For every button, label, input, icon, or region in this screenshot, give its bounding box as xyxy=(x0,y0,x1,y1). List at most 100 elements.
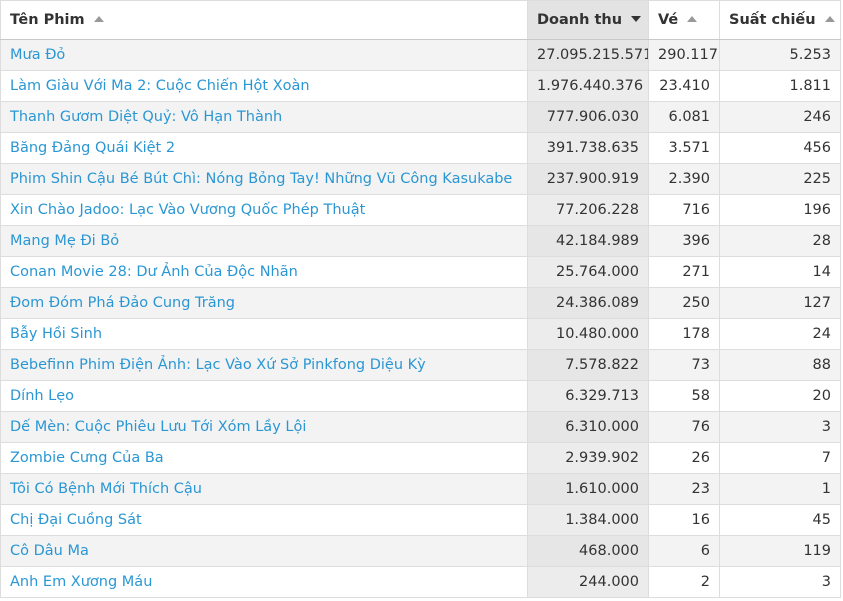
column-header-label: Doanh thu xyxy=(537,12,623,28)
table-row: Thanh Gươm Diệt Quỷ: Vô Hạn Thành 777.906… xyxy=(0,101,841,133)
movie-title-link[interactable]: Mưa Đỏ xyxy=(10,47,65,63)
column-header-label: Vé xyxy=(658,12,679,28)
cell-title: Đom Đóm Phá Đảo Cung Trăng xyxy=(0,287,528,319)
cell-revenue: 24.386.089 xyxy=(527,287,649,319)
cell-tickets: 6.081 xyxy=(648,101,720,133)
cell-screenings: 127 xyxy=(719,287,841,319)
cell-screenings: 14 xyxy=(719,256,841,288)
movie-title-link[interactable]: Tôi Có Bệnh Mới Thích Cậu xyxy=(10,481,202,497)
table-body: Mưa Đỏ 27.095.215.571 290.117 5.253 Làm Giàu… xyxy=(0,39,841,598)
cell-screenings: 225 xyxy=(719,163,841,195)
table-row: Dính Lẹo 6.329.713 58 20 xyxy=(0,380,841,412)
cell-title: Chị Đại Cuồng Sát xyxy=(0,504,528,536)
cell-screenings: 88 xyxy=(719,349,841,381)
cell-title: Conan Movie 28: Dư Ảnh Của Độc Nhãn xyxy=(0,256,528,288)
sort-asc-icon xyxy=(687,16,698,22)
cell-screenings: 45 xyxy=(719,504,841,536)
table-row: Xin Chào Jadoo: Lạc Vào Vương Quốc Phép … xyxy=(0,194,841,226)
column-header-tickets[interactable]: Vé xyxy=(648,0,720,40)
movie-title-link[interactable]: Zombie Cưng Của Ba xyxy=(10,450,164,466)
cell-tickets: 2.390 xyxy=(648,163,720,195)
cell-tickets: 76 xyxy=(648,411,720,443)
cell-revenue: 10.480.000 xyxy=(527,318,649,350)
table-row: Mang Mẹ Đi Bỏ 42.184.989 396 28 xyxy=(0,225,841,257)
cell-screenings: 1 xyxy=(719,473,841,505)
cell-title: Cô Dâu Ma xyxy=(0,535,528,567)
cell-screenings: 7 xyxy=(719,442,841,474)
movie-title-link[interactable]: Thanh Gươm Diệt Quỷ: Vô Hạn Thành xyxy=(10,109,282,125)
cell-revenue: 77.206.228 xyxy=(527,194,649,226)
cell-tickets: 178 xyxy=(648,318,720,350)
cell-tickets: 58 xyxy=(648,380,720,412)
movie-title-link[interactable]: Bẫy Hồi Sinh xyxy=(10,326,102,342)
movie-title-link[interactable]: Anh Em Xương Máu xyxy=(10,574,152,590)
cell-revenue: 468.000 xyxy=(527,535,649,567)
movie-title-link[interactable]: Băng Đảng Quái Kiệt 2 xyxy=(10,140,175,156)
cell-revenue: 7.578.822 xyxy=(527,349,649,381)
cell-title: Zombie Cưng Của Ba xyxy=(0,442,528,474)
column-header-title[interactable]: Tên Phim xyxy=(0,0,528,40)
movie-title-link[interactable]: Bebefinn Phim Điện Ảnh: Lạc Vào Xứ Sở Pi… xyxy=(10,357,426,373)
cell-title: Băng Đảng Quái Kiệt 2 xyxy=(0,132,528,164)
cell-screenings: 5.253 xyxy=(719,39,841,71)
cell-revenue: 1.384.000 xyxy=(527,504,649,536)
cell-tickets: 16 xyxy=(648,504,720,536)
table-header-row: Tên Phim Doanh thu Vé Suất chiếu xyxy=(0,0,841,40)
cell-tickets: 23 xyxy=(648,473,720,505)
table-row: Mưa Đỏ 27.095.215.571 290.117 5.253 xyxy=(0,39,841,71)
table-row: Zombie Cưng Của Ba 2.939.902 26 7 xyxy=(0,442,841,474)
cell-revenue: 237.900.919 xyxy=(527,163,649,195)
column-header-screenings[interactable]: Suất chiếu xyxy=(719,0,841,40)
cell-title: Mang Mẹ Đi Bỏ xyxy=(0,225,528,257)
movie-title-link[interactable]: Dính Lẹo xyxy=(10,388,74,404)
cell-revenue: 1.976.440.376 xyxy=(527,70,649,102)
movie-title-link[interactable]: Cô Dâu Ma xyxy=(10,543,89,559)
table-row: Bẫy Hồi Sinh 10.480.000 178 24 xyxy=(0,318,841,350)
cell-tickets: 271 xyxy=(648,256,720,288)
table-row: Anh Em Xương Máu 244.000 2 3 xyxy=(0,566,841,598)
movie-title-link[interactable]: Conan Movie 28: Dư Ảnh Của Độc Nhãn xyxy=(10,264,298,280)
movie-title-link[interactable]: Dế Mèn: Cuộc Phiêu Lưu Tới Xóm Lầy Lội xyxy=(10,419,306,435)
movie-title-link[interactable]: Làm Giàu Với Ma 2: Cuộc Chiến Hột Xoàn xyxy=(10,78,310,94)
column-header-label: Tên Phim xyxy=(10,12,85,28)
movie-title-link[interactable]: Xin Chào Jadoo: Lạc Vào Vương Quốc Phép … xyxy=(10,202,365,218)
cell-screenings: 1.811 xyxy=(719,70,841,102)
cell-revenue: 42.184.989 xyxy=(527,225,649,257)
cell-revenue: 2.939.902 xyxy=(527,442,649,474)
table-row: Conan Movie 28: Dư Ảnh Của Độc Nhãn 25.76… xyxy=(0,256,841,288)
cell-title: Thanh Gươm Diệt Quỷ: Vô Hạn Thành xyxy=(0,101,528,133)
cell-title: Phim Shin Cậu Bé Bút Chì: Nóng Bỏng Tay!… xyxy=(0,163,528,195)
cell-tickets: 26 xyxy=(648,442,720,474)
movie-title-link[interactable]: Mang Mẹ Đi Bỏ xyxy=(10,233,119,249)
cell-screenings: 3 xyxy=(719,411,841,443)
cell-title: Dính Lẹo xyxy=(0,380,528,412)
cell-screenings: 456 xyxy=(719,132,841,164)
table-row: Băng Đảng Quái Kiệt 2 391.738.635 3.571 456 xyxy=(0,132,841,164)
movie-title-link[interactable]: Đom Đóm Phá Đảo Cung Trăng xyxy=(10,295,235,311)
cell-revenue: 6.329.713 xyxy=(527,380,649,412)
table-row: Đom Đóm Phá Đảo Cung Trăng 24.386.089 250 1… xyxy=(0,287,841,319)
cell-title: Mưa Đỏ xyxy=(0,39,528,71)
cell-title: Làm Giàu Với Ma 2: Cuộc Chiến Hột Xoàn xyxy=(0,70,528,102)
cell-tickets: 3.571 xyxy=(648,132,720,164)
column-header-revenue[interactable]: Doanh thu xyxy=(527,0,649,40)
cell-screenings: 246 xyxy=(719,101,841,133)
cell-tickets: 250 xyxy=(648,287,720,319)
cell-revenue: 6.310.000 xyxy=(527,411,649,443)
table-row: Phim Shin Cậu Bé Bút Chì: Nóng Bỏng Tay!… xyxy=(0,163,841,195)
movie-title-link[interactable]: Chị Đại Cuồng Sát xyxy=(10,512,142,528)
column-header-label: Suất chiếu xyxy=(729,12,816,28)
cell-revenue: 27.095.215.571 xyxy=(527,39,649,71)
table-row: Làm Giàu Với Ma 2: Cuộc Chiến Hột Xoàn 1.… xyxy=(0,70,841,102)
cell-tickets: 23.410 xyxy=(648,70,720,102)
sort-desc-icon xyxy=(631,16,642,22)
cell-screenings: 3 xyxy=(719,566,841,598)
cell-title: Anh Em Xương Máu xyxy=(0,566,528,598)
cell-tickets: 396 xyxy=(648,225,720,257)
movie-title-link[interactable]: Phim Shin Cậu Bé Bút Chì: Nóng Bỏng Tay!… xyxy=(10,171,512,187)
cell-tickets: 290.117 xyxy=(648,39,720,71)
cell-title: Bebefinn Phim Điện Ảnh: Lạc Vào Xứ Sở Pi… xyxy=(0,349,528,381)
cell-title: Xin Chào Jadoo: Lạc Vào Vương Quốc Phép … xyxy=(0,194,528,226)
cell-tickets: 2 xyxy=(648,566,720,598)
sort-asc-icon xyxy=(824,16,835,22)
